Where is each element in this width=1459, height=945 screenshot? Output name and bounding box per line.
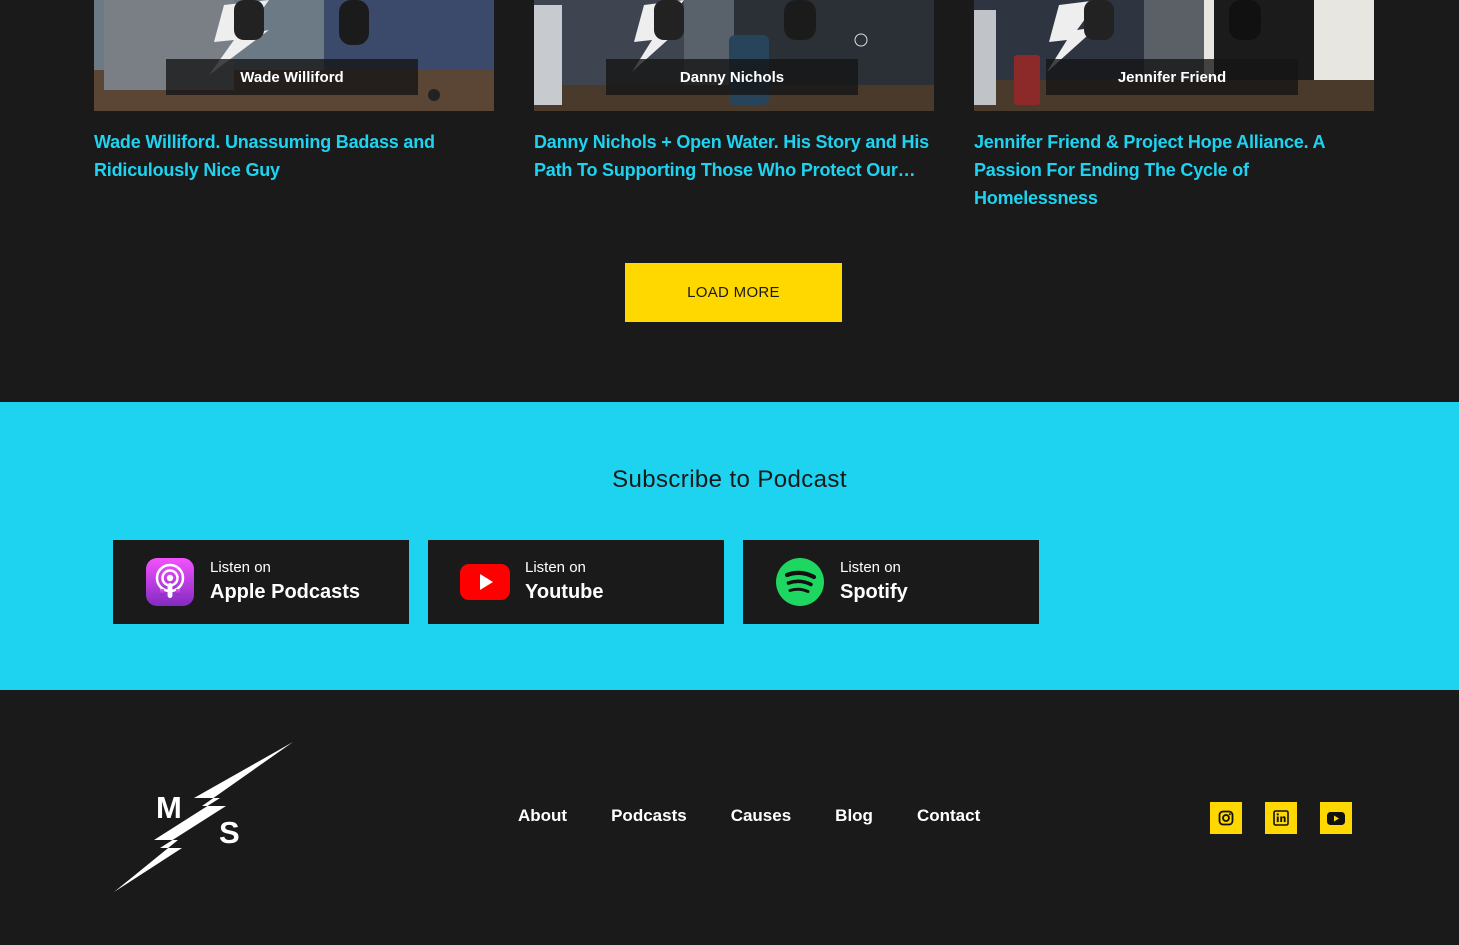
youtube-link[interactable] [1320, 802, 1352, 834]
logo-letter-m: M [156, 790, 182, 825]
spotify-icon [775, 557, 825, 607]
episode-thumbnail[interactable]: Wade Williford [94, 0, 494, 111]
footer-nav: About Podcasts Causes Blog Contact [518, 806, 1024, 826]
logo-letter-s: S [219, 815, 240, 850]
apple-podcasts-button[interactable]: Listen on Apple Podcasts [113, 540, 409, 624]
listen-on-label: Listen on [525, 559, 586, 576]
subscribe-title: Subscribe to Podcast [612, 466, 847, 493]
platform-name: Spotify [840, 581, 908, 603]
site-footer: M S About Podcasts Causes Blog Contact [0, 690, 1459, 945]
nav-podcasts[interactable]: Podcasts [611, 806, 687, 826]
youtube-button[interactable]: Listen on Youtube [428, 540, 724, 624]
platform-name: Apple Podcasts [210, 581, 361, 603]
load-more-button[interactable]: LOAD MORE [625, 263, 842, 322]
episode-title-link[interactable]: Jennifer Friend & Project Hope Alliance.… [974, 128, 1374, 212]
apple-podcasts-icon [145, 557, 195, 607]
nav-causes[interactable]: Causes [731, 806, 791, 826]
linkedin-link[interactable] [1265, 802, 1297, 834]
youtube-icon [460, 557, 510, 607]
site-logo[interactable]: M S [112, 742, 296, 894]
nav-blog[interactable]: Blog [835, 806, 873, 826]
guest-name: Wade Williford [166, 59, 418, 95]
episode-thumbnail[interactable]: Danny Nichols [534, 0, 934, 111]
subscribe-section: Subscribe to Podcast Listen on Apple Pod… [0, 402, 1459, 690]
youtube-icon [1327, 811, 1345, 825]
listen-on-label: Listen on [210, 559, 271, 576]
episode-title-link[interactable]: Wade Williford. Unassuming Badass and Ri… [94, 128, 494, 184]
platform-name: Youtube [525, 581, 604, 603]
instagram-link[interactable] [1210, 802, 1242, 834]
guest-name: Jennifer Friend [1046, 59, 1298, 95]
listen-on-label: Listen on [840, 559, 901, 576]
episode-title-link[interactable]: Danny Nichols + Open Water. His Story an… [534, 128, 934, 184]
nav-contact[interactable]: Contact [917, 806, 980, 826]
episodes-section: Wade Williford Wade Williford. Unassumin… [0, 0, 1459, 402]
instagram-icon [1218, 810, 1234, 826]
nav-about[interactable]: About [518, 806, 567, 826]
guest-name: Danny Nichols [606, 59, 858, 95]
spotify-button[interactable]: Listen on Spotify [743, 540, 1039, 624]
episode-thumbnail[interactable]: Jennifer Friend [974, 0, 1374, 111]
linkedin-icon [1273, 810, 1289, 826]
